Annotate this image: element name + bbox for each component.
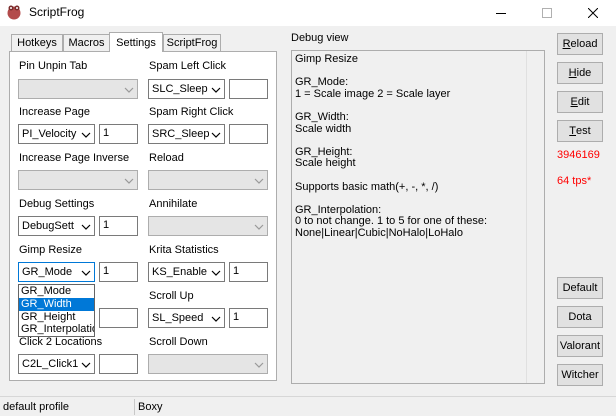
increase-page-select[interactable]: PI_Velocity	[18, 124, 95, 144]
reload-select[interactable]	[148, 170, 268, 190]
debug-settings-amount[interactable]: 1	[99, 216, 138, 236]
tab-hotkeys[interactable]: Hotkeys	[11, 34, 63, 51]
debug-scrollbar[interactable]	[526, 51, 544, 383]
hide-button-label: ide	[576, 67, 592, 79]
tab-macros[interactable]: Macros	[63, 34, 110, 51]
krita-statistics-amount[interactable]: 1	[229, 262, 268, 282]
dota-profile-button[interactable]: Dota	[557, 306, 603, 328]
scroll-down-select[interactable]	[148, 354, 268, 374]
reload-button[interactable]: Reload	[557, 33, 603, 55]
dropdown-option[interactable]: GR_Mode	[19, 285, 94, 298]
spam-left-click-label: Spam Left Click	[149, 60, 227, 72]
increase-page-amount[interactable]: 1	[99, 124, 138, 144]
chevron-down-icon	[254, 178, 264, 184]
dropdown-option[interactable]: GR_Height	[19, 311, 94, 324]
increase-page-inverse-label: Increase Page Inverse	[19, 152, 130, 164]
frog-icon	[7, 5, 21, 20]
close-button[interactable]	[570, 0, 616, 26]
edit-button-label: dit	[577, 96, 590, 108]
click-2-locations-select[interactable]: C2L_Click1	[18, 354, 95, 374]
krita-statistics-select[interactable]: KS_Enable	[148, 262, 225, 282]
debug-view-heading: Debug view	[291, 32, 349, 44]
chevron-down-icon	[211, 87, 221, 93]
chevron-down-icon	[124, 87, 134, 93]
chevron-down-icon	[211, 270, 221, 276]
pin-unpin-tab-select[interactable]	[18, 79, 138, 99]
chevron-down-icon	[211, 316, 221, 322]
window-title: ScriptFrog	[29, 5, 85, 19]
valorant-profile-button[interactable]: Valorant	[557, 335, 603, 357]
chevron-down-icon	[254, 362, 264, 368]
krita-statistics-label: Krita Statistics	[149, 244, 219, 256]
spam-right-click-select[interactable]: SRC_Sleep	[148, 124, 225, 144]
status-bar: default profile Boxy	[0, 396, 616, 416]
test-button-label: est	[576, 125, 591, 137]
spam-right-click-amount[interactable]	[229, 124, 268, 144]
click-2-locations-amount[interactable]	[99, 354, 138, 374]
title-bar: ScriptFrog	[0, 0, 616, 26]
annihilate-label: Annihilate	[149, 198, 198, 210]
chevron-down-icon	[81, 362, 91, 368]
tab-strip: Hotkeys Macros Settings ScriptFrog	[8, 32, 280, 52]
spam-right-click-label: Spam Right Click	[149, 106, 234, 118]
minimize-icon	[496, 13, 506, 14]
dropdown-option[interactable]: GR_Interpolation	[19, 323, 94, 336]
gimp-resize-dropdown-list: GR_Mode GR_Width GR_Height GR_Interpolat…	[18, 284, 95, 337]
tps-value: 64 tps*	[557, 175, 592, 187]
witcher-profile-button[interactable]: Witcher	[557, 364, 603, 386]
chevron-down-icon	[254, 224, 264, 230]
scroll-up-amount[interactable]: 1	[229, 308, 268, 328]
reload-label: Reload	[149, 152, 184, 164]
increase-page-label: Increase Page	[19, 106, 90, 118]
chevron-down-icon	[81, 224, 91, 230]
chevron-down-icon	[124, 178, 134, 184]
hide-button[interactable]: Hide	[557, 62, 603, 84]
scroll-left-amount[interactable]	[99, 308, 138, 328]
default-profile-button[interactable]: Default	[557, 277, 603, 299]
spam-left-click-select[interactable]: SLC_Sleep	[148, 79, 225, 99]
click-2-locations-label: Click 2 Locations	[19, 336, 103, 348]
maximize-icon	[542, 8, 552, 18]
annihilate-select[interactable]	[148, 216, 268, 236]
tab-scriptfrog[interactable]: ScriptFrog	[163, 34, 221, 51]
status-right: Boxy	[138, 401, 163, 413]
close-icon	[588, 8, 598, 18]
scroll-up-label: Scroll Up	[149, 290, 194, 302]
test-button[interactable]: Test	[557, 120, 603, 142]
minimize-button[interactable]	[478, 0, 524, 26]
increase-page-inverse-select[interactable]	[18, 170, 138, 190]
spam-left-click-amount[interactable]	[229, 79, 268, 99]
debug-settings-select[interactable]: DebugSett	[18, 216, 95, 236]
status-profile: default profile	[3, 401, 70, 413]
status-divider	[134, 399, 135, 415]
chevron-down-icon	[81, 270, 91, 276]
tab-settings[interactable]: Settings	[109, 32, 163, 52]
counter-value: 3946169	[557, 149, 600, 161]
debug-view-textbox[interactable]: Gimp Resize GR_Mode: 1 = Scale image 2 =…	[291, 50, 545, 384]
debug-text: Gimp Resize GR_Mode: 1 = Scale image 2 =…	[295, 53, 488, 239]
reload-button-label: eload	[570, 38, 598, 50]
gimp-resize-label: Gimp Resize	[19, 244, 82, 256]
edit-button[interactable]: Edit	[557, 91, 603, 113]
gimp-resize-amount[interactable]: 1	[99, 262, 138, 282]
scroll-down-label: Scroll Down	[149, 336, 208, 348]
chevron-down-icon	[211, 132, 221, 138]
dropdown-option-highlighted[interactable]: GR_Width	[19, 297, 94, 311]
scroll-up-select[interactable]: SL_Speed	[148, 308, 225, 328]
chevron-down-icon	[81, 132, 91, 138]
pin-unpin-tab-label: Pin Unpin Tab	[19, 60, 88, 72]
maximize-button[interactable]	[524, 0, 570, 26]
debug-settings-label: Debug Settings	[19, 198, 95, 210]
gimp-resize-select[interactable]: GR_Mode	[18, 262, 95, 282]
